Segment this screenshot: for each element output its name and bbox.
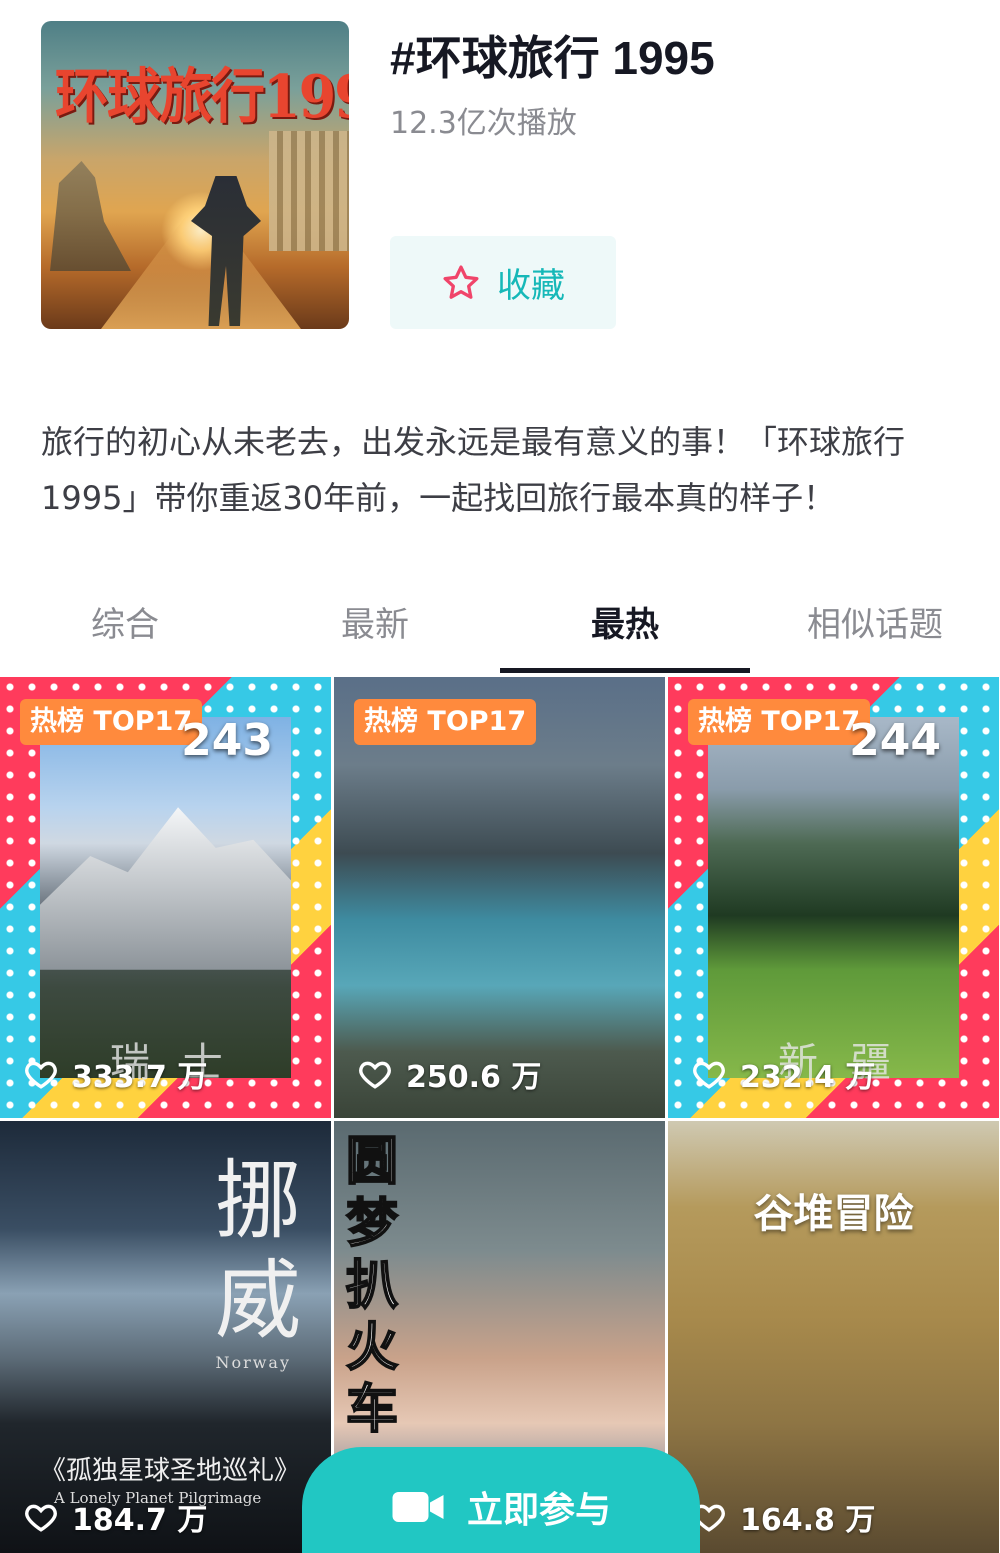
cover-title: 环球旅行1995 (55, 60, 349, 132)
hot-rank-badge: 热榜 TOP17 (20, 699, 203, 745)
like-count: 184.7 万 (24, 1495, 207, 1539)
like-count-value: 232.4 万 (740, 1060, 876, 1095)
like-count-value: 250.6 万 (406, 1060, 542, 1095)
episode-number: 243 (181, 715, 273, 766)
tab-hottest[interactable]: 最热 (500, 585, 750, 675)
video-camera-icon (392, 1492, 444, 1522)
heart-icon (25, 1504, 57, 1532)
tab-latest[interactable]: 最新 (250, 585, 500, 675)
join-button-label: 立即参与 (466, 1490, 611, 1531)
video-card[interactable]: 挪威 Norway 《孤独星球圣地巡礼》 A Lonely Planet Pil… (0, 1121, 331, 1553)
star-icon (443, 265, 479, 299)
video-caption: 《孤独星球圣地巡礼》 (40, 1456, 301, 1486)
video-card[interactable]: 热榜 TOP17 244 新 疆 232.4 万 (668, 677, 999, 1118)
video-card[interactable]: 热榜 TOP17 250.6 万 (334, 677, 665, 1118)
like-count: 232.4 万 (692, 1052, 875, 1096)
topic-title: #环球旅行 1995 (390, 32, 715, 84)
join-button[interactable]: 立即参与 (302, 1447, 700, 1553)
hot-rank-badge: 热榜 TOP17 (688, 699, 871, 745)
heart-icon (359, 1061, 391, 1089)
heart-icon (693, 1061, 725, 1089)
like-count: 333.7 万 (24, 1052, 207, 1096)
tab-bar: 综合 最新 最热 相似话题 (0, 585, 1000, 675)
video-card[interactable]: 热榜 TOP17 243 瑞 士 333.7 万 (0, 677, 331, 1118)
video-title: 圆梦扒火车 (345, 1131, 399, 1441)
favorite-label: 收藏 (497, 266, 565, 306)
topic-cover-image: 环球旅行1995 (41, 21, 349, 329)
like-count-value: 164.8 万 (740, 1503, 876, 1538)
thumbnail-scene (40, 717, 291, 1078)
heart-icon (25, 1061, 57, 1089)
topic-description: 旅行的初心从未老去，出发永远是最有意义的事！「环球旅行1995」带你重返30年前… (41, 423, 906, 517)
favorite-button[interactable]: 收藏 (390, 236, 616, 329)
video-title: 挪威 (215, 1151, 301, 1351)
episode-number: 244 (849, 715, 941, 766)
video-title: 谷堆冒险 (753, 1191, 914, 1237)
like-count: 164.8 万 (692, 1495, 875, 1539)
thumbnail-scene (708, 717, 959, 1078)
tab-similar-topics[interactable]: 相似话题 (750, 585, 1000, 675)
tab-general[interactable]: 综合 (0, 585, 250, 675)
video-card[interactable]: 谷堆冒险 164.8 万 (668, 1121, 999, 1553)
video-subtitle: Norway (215, 1353, 291, 1372)
cover-temple (269, 131, 349, 251)
cover-sphinx (50, 161, 131, 271)
play-count: 12.3亿次播放 (390, 106, 577, 141)
hot-rank-badge: 热榜 TOP17 (354, 699, 537, 745)
like-count: 250.6 万 (358, 1052, 541, 1096)
like-count-value: 184.7 万 (72, 1503, 208, 1538)
like-count-value: 333.7 万 (72, 1060, 208, 1095)
